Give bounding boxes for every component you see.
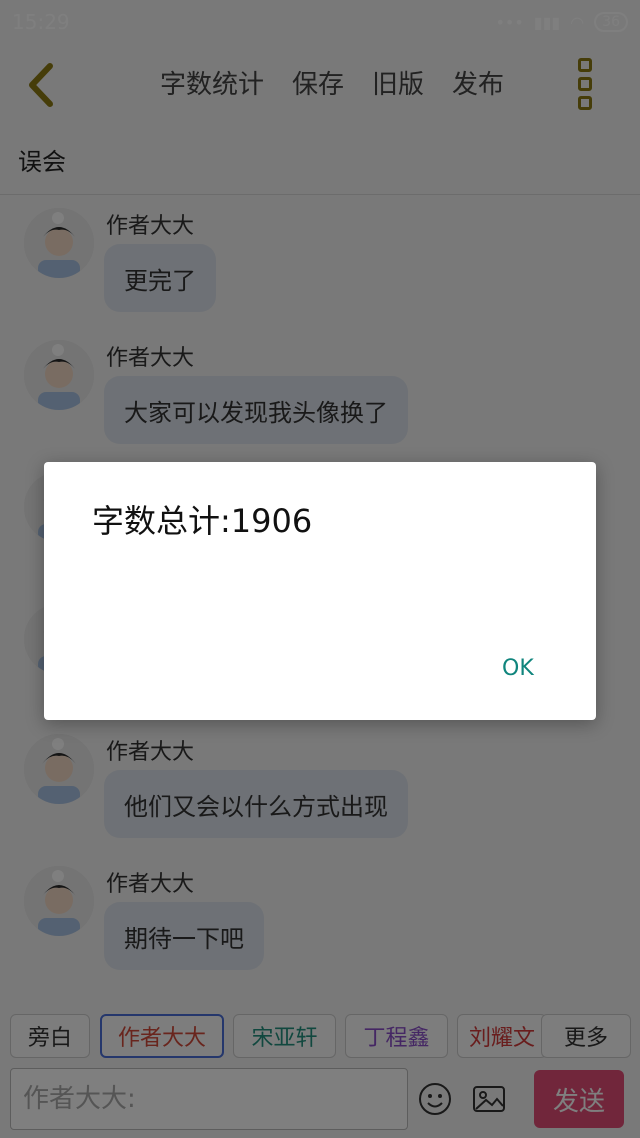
dialog-message: 字数总计:1906 xyxy=(92,502,313,540)
word-count-dialog: 字数总计:1906 OK xyxy=(44,462,596,720)
dialog-ok-button[interactable]: OK xyxy=(502,656,534,681)
